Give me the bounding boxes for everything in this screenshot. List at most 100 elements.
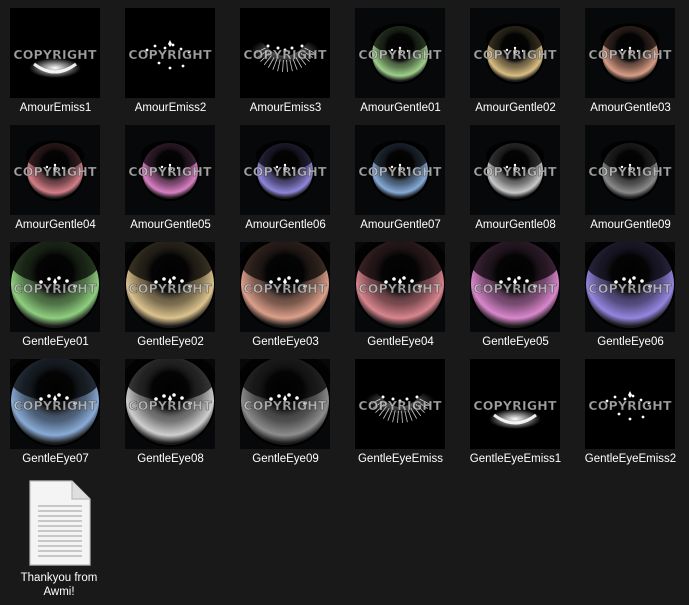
eye-texture-image: COPYRIGHT [240, 242, 330, 330]
eye-texture-image: COPYRIGHT [125, 8, 215, 98]
file-item[interactable]: COPYRIGHT GentleEye07 [0, 351, 113, 467]
eye-texture-image: COPYRIGHT [355, 359, 445, 449]
file-label: GentleEyeEmiss [357, 453, 443, 465]
copyright-watermark: COPYRIGHT [473, 281, 557, 296]
file-item[interactable]: COPYRIGHT GentleEye09 [228, 351, 343, 467]
copyright-watermark: COPYRIGHT [13, 398, 97, 413]
file-label: GentleEyeEmiss2 [584, 453, 677, 465]
file-label: AmourGentle07 [360, 219, 441, 231]
file-item[interactable]: COPYRIGHT AmourGentle08 [458, 117, 573, 233]
file-item[interactable]: COPYRIGHT GentleEye03 [228, 234, 343, 350]
eye-texture-image: COPYRIGHT [240, 359, 330, 447]
file-item[interactable]: COPYRIGHT GentleEye04 [343, 234, 458, 350]
eye-texture-image: COPYRIGHT [358, 23, 442, 84]
copyright-watermark: COPYRIGHT [358, 164, 442, 179]
texture-thumbnail: COPYRIGHT [10, 359, 100, 449]
eye-texture-image: COPYRIGHT [585, 242, 675, 330]
texture-thumbnail: COPYRIGHT [240, 125, 330, 215]
texture-thumbnail: COPYRIGHT [355, 359, 445, 449]
file-item[interactable]: COPYRIGHT GentleEye05 [458, 234, 573, 350]
file-label: GentleEye02 [137, 336, 204, 348]
texture-thumbnail: COPYRIGHT [240, 8, 330, 98]
file-label: AmourGentle02 [475, 102, 556, 114]
texture-thumbnail: COPYRIGHT [10, 242, 100, 332]
eye-texture-image: COPYRIGHT [358, 140, 442, 201]
texture-thumbnail: COPYRIGHT [125, 242, 215, 332]
file-item[interactable]: COPYRIGHT GentleEye08 [113, 351, 228, 467]
texture-thumbnail: COPYRIGHT [355, 125, 445, 215]
texture-thumbnail: COPYRIGHT [585, 242, 675, 332]
texture-thumbnail: COPYRIGHT [10, 8, 100, 98]
file-item[interactable]: COPYRIGHT AmourEmiss2 [113, 0, 228, 116]
texture-thumbnail: COPYRIGHT [10, 125, 100, 215]
file-item[interactable]: COPYRIGHT GentleEye06 [573, 234, 688, 350]
file-item[interactable]: COPYRIGHT AmourGentle01 [343, 0, 458, 116]
file-item[interactable]: COPYRIGHT AmourGentle04 [0, 117, 113, 233]
text-document-icon [29, 480, 91, 566]
eye-texture-image: COPYRIGHT [10, 359, 100, 447]
texture-thumbnail: COPYRIGHT [125, 125, 215, 215]
copyright-watermark: COPYRIGHT [473, 47, 557, 62]
file-item-thankyou[interactable]: Thankyou from Awmi! [12, 474, 106, 602]
eye-texture-image: COPYRIGHT [470, 242, 560, 330]
file-item[interactable]: COPYRIGHT GentleEyeEmiss1 [458, 351, 573, 467]
file-label: AmourGentle03 [590, 102, 671, 114]
file-item[interactable]: COPYRIGHT GentleEyeEmiss2 [573, 351, 688, 467]
file-item[interactable]: COPYRIGHT AmourGentle05 [113, 117, 228, 233]
texture-thumbnail: COPYRIGHT [355, 242, 445, 332]
copyright-watermark: COPYRIGHT [588, 281, 672, 296]
eye-texture-image: COPYRIGHT [243, 140, 327, 201]
file-label: GentleEye01 [22, 336, 89, 348]
copyright-watermark: COPYRIGHT [358, 281, 442, 296]
file-label: GentleEye07 [22, 453, 89, 465]
file-label: GentleEyeEmiss1 [469, 453, 562, 465]
copyright-watermark: COPYRIGHT [588, 164, 672, 179]
file-label: GentleEye09 [252, 453, 319, 465]
eye-texture-image: COPYRIGHT [10, 8, 100, 98]
file-label: AmourEmiss3 [249, 102, 322, 114]
eye-texture-image: COPYRIGHT [240, 8, 330, 98]
file-label: AmourGentle04 [15, 219, 96, 231]
file-label: AmourGentle01 [360, 102, 441, 114]
copyright-watermark: COPYRIGHT [473, 164, 557, 179]
texture-thumbnail: COPYRIGHT [585, 359, 675, 449]
copyright-watermark: COPYRIGHT [358, 47, 442, 62]
texture-thumbnail: COPYRIGHT [470, 8, 560, 98]
file-item[interactable]: COPYRIGHT AmourGentle02 [458, 0, 573, 116]
file-item[interactable]: COPYRIGHT GentleEye01 [0, 234, 113, 350]
eye-texture-image: COPYRIGHT [588, 140, 672, 201]
texture-thumbnail: COPYRIGHT [470, 125, 560, 215]
eye-texture-image: COPYRIGHT [585, 359, 675, 449]
copyright-watermark: COPYRIGHT [243, 398, 327, 413]
copyright-watermark: COPYRIGHT [243, 47, 327, 62]
copyright-watermark: COPYRIGHT [128, 164, 212, 179]
file-label: AmourGentle05 [130, 219, 211, 231]
file-label: GentleEye04 [367, 336, 434, 348]
file-item[interactable]: COPYRIGHT AmourGentle09 [573, 117, 688, 233]
texture-thumbnail: COPYRIGHT [125, 359, 215, 449]
copyright-watermark: COPYRIGHT [128, 398, 212, 413]
file-item[interactable]: COPYRIGHT GentleEye02 [113, 234, 228, 350]
file-item[interactable]: COPYRIGHT AmourGentle03 [573, 0, 688, 116]
file-item[interactable]: COPYRIGHT AmourEmiss3 [228, 0, 343, 116]
file-item[interactable]: COPYRIGHT AmourGentle07 [343, 117, 458, 233]
eye-texture-image: COPYRIGHT [355, 242, 445, 330]
copyright-watermark: COPYRIGHT [13, 47, 97, 62]
eye-texture-image: COPYRIGHT [13, 140, 97, 201]
copyright-watermark: COPYRIGHT [588, 398, 672, 413]
texture-thumbnail: COPYRIGHT [585, 125, 675, 215]
texture-thumbnail: COPYRIGHT [355, 8, 445, 98]
file-label: AmourGentle06 [245, 219, 326, 231]
file-item[interactable]: COPYRIGHT AmourEmiss1 [0, 0, 113, 116]
file-label: Thankyou from Awmi! [20, 572, 98, 598]
eye-texture-image: COPYRIGHT [473, 23, 557, 84]
file-label: AmourEmiss1 [19, 102, 92, 114]
file-grid: Thankyou from Awmi! COPYRIGHT AmourEmiss1… [0, 0, 689, 605]
file-item[interactable]: COPYRIGHT GentleEyeEmiss [343, 351, 458, 467]
file-item[interactable]: COPYRIGHT AmourGentle06 [228, 117, 343, 233]
copyright-watermark: COPYRIGHT [13, 281, 97, 296]
file-label: AmourEmiss2 [134, 102, 207, 114]
texture-thumbnail: COPYRIGHT [125, 8, 215, 98]
eye-texture-image: COPYRIGHT [125, 242, 215, 330]
eye-texture-image: COPYRIGHT [588, 23, 672, 84]
